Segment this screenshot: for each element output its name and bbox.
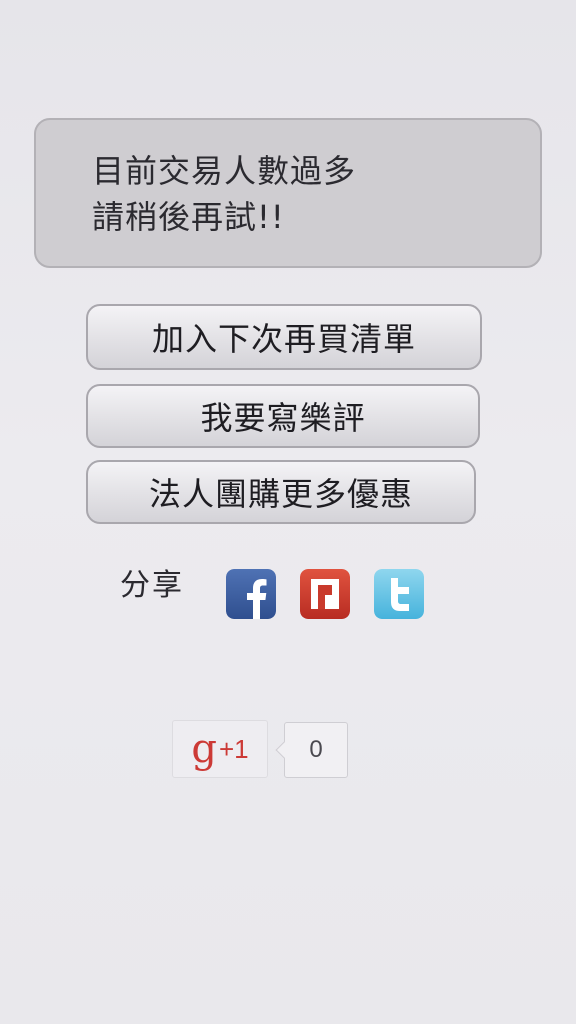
- plurk-icon[interactable]: [300, 569, 350, 619]
- plus-one-label: +1: [218, 734, 249, 764]
- write-review-button[interactable]: 我要寫樂評: [86, 384, 480, 448]
- google-plus-one-button[interactable]: g +1: [172, 720, 268, 778]
- notice-line-2: 請稍後再試!!: [92, 198, 285, 236]
- screen: 目前交易人數過多 請稍後再試!! 加入下次再買清單 我要寫樂評 法人團購更多優惠…: [0, 0, 576, 1024]
- error-notice-box: 目前交易人數過多 請稍後再試!!: [34, 118, 542, 268]
- twitter-icon[interactable]: [374, 569, 424, 619]
- share-label: 分享: [120, 568, 184, 603]
- plus-one-count: 0: [284, 722, 348, 778]
- add-to-next-purchase-list-button[interactable]: 加入下次再買清單: [86, 304, 482, 370]
- google-plus-icon: g: [191, 726, 217, 772]
- facebook-icon[interactable]: [226, 569, 276, 619]
- corporate-group-buy-button[interactable]: 法人團購更多優惠: [86, 460, 476, 524]
- notice-line-1: 目前交易人數過多: [92, 152, 357, 190]
